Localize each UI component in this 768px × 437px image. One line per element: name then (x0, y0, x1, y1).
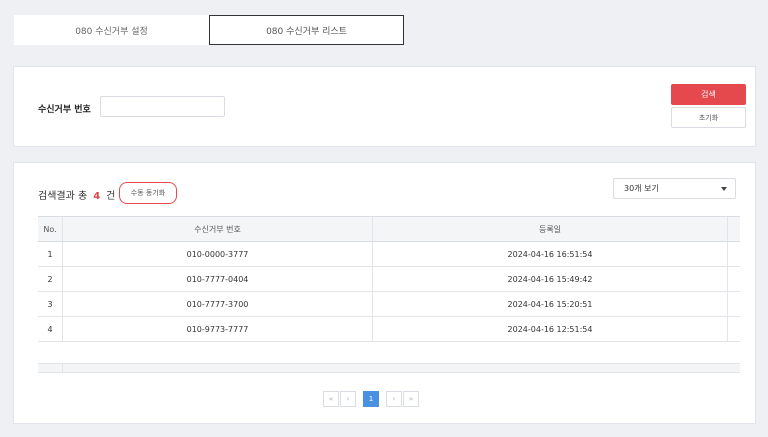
row-no: 1 (38, 242, 63, 266)
row-no: 4 (38, 317, 63, 341)
manual-sync-button[interactable]: 수동 동기화 (119, 182, 177, 204)
result-count-suffix: 건 (106, 191, 116, 202)
reset-button[interactable]: 초기화 (671, 107, 746, 128)
table-row[interactable]: 2 010-7777-0404 2024-04-16 15:49:42 (38, 267, 740, 292)
result-table: No. 수신거부 번호 등록일 1 010-0000-3777 2024-04-… (38, 216, 740, 372)
row-date: 2024-04-16 12:51:54 (373, 317, 728, 341)
row-number: 010-9773-7777 (63, 317, 373, 341)
row-date: 2024-04-16 16:51:54 (373, 242, 728, 266)
row-date: 2024-04-16 15:49:42 (373, 267, 728, 291)
table-row[interactable]: 4 010-9773-7777 2024-04-16 12:51:54 (38, 317, 740, 342)
prev-page-button[interactable]: ‹ (340, 391, 356, 407)
table-horizontal-scrollbar[interactable] (38, 363, 740, 373)
tab-bar: 080 수신거부 설정 080 수신거부 리스트 (14, 15, 404, 45)
search-button[interactable]: 검색 (671, 84, 746, 105)
row-number: 010-7777-0404 (63, 267, 373, 291)
row-no: 3 (38, 292, 63, 316)
next-page-button[interactable]: › (386, 391, 402, 407)
result-panel: 검색결과 총 4 건 수동 동기화 30개 보기 No. 수신거부 번호 등록일… (13, 162, 756, 424)
per-page-value: 30개 보기 (624, 184, 659, 193)
search-label: 수신거부 번호 (38, 105, 91, 115)
row-date: 2024-04-16 15:20:51 (373, 292, 728, 316)
tab-080-list[interactable]: 080 수신거부 리스트 (209, 15, 404, 45)
row-number: 010-0000-3777 (63, 242, 373, 266)
chevron-down-icon (721, 187, 727, 191)
page-button-current[interactable]: 1 (363, 391, 379, 407)
table-scrollbar-header (728, 217, 740, 241)
table-row[interactable]: 1 010-0000-3777 2024-04-16 16:51:54 (38, 242, 740, 267)
last-page-button[interactable]: » (403, 391, 419, 407)
row-no: 2 (38, 267, 63, 291)
column-header-number: 수신거부 번호 (63, 217, 373, 241)
result-count: 검색결과 총 4 건 (38, 187, 115, 202)
pagination: « ‹ 1 › » (323, 391, 420, 407)
result-count-prefix: 검색결과 총 (38, 191, 88, 202)
table-row[interactable]: 3 010-7777-3700 2024-04-16 15:20:51 (38, 292, 740, 317)
row-number: 010-7777-3700 (63, 292, 373, 316)
table-header: No. 수신거부 번호 등록일 (38, 217, 740, 242)
per-page-select[interactable]: 30개 보기 (613, 178, 736, 199)
result-count-number: 4 (93, 191, 101, 202)
column-header-no: No. (38, 217, 63, 241)
search-panel: 수신거부 번호 검색 초기화 (13, 66, 756, 147)
tab-080-settings[interactable]: 080 수신거부 설정 (14, 15, 209, 45)
column-header-date: 등록일 (373, 217, 728, 241)
search-input[interactable] (100, 96, 225, 117)
first-page-button[interactable]: « (323, 391, 339, 407)
